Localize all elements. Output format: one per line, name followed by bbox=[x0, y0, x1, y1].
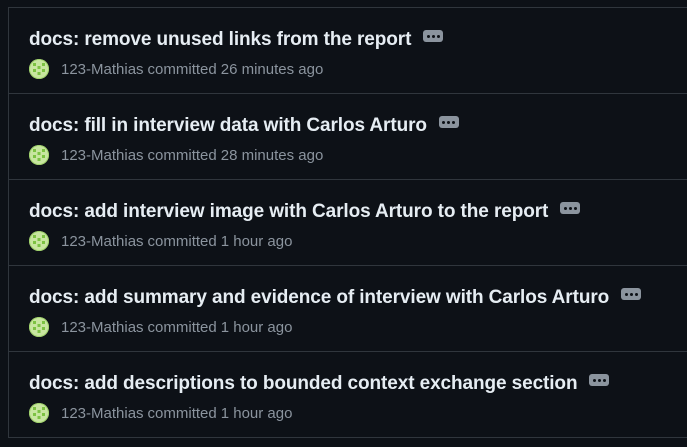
commit-row: docs: add descriptions to bounded contex… bbox=[9, 352, 687, 438]
ellipsis-dot-icon bbox=[597, 378, 601, 382]
ellipsis-dot-icon bbox=[436, 34, 440, 38]
committed-label: committed bbox=[147, 146, 217, 164]
commit-title-link[interactable]: docs: remove unused links from the repor… bbox=[29, 29, 411, 51]
commit-time: 26 minutes ago bbox=[220, 60, 324, 78]
author-link[interactable]: 123-Mathias bbox=[61, 61, 144, 78]
ellipsis-toggle-button[interactable] bbox=[589, 374, 610, 386]
ellipsis-toggle-button[interactable] bbox=[438, 116, 459, 128]
ellipsis-toggle-button[interactable] bbox=[621, 288, 642, 300]
author-link[interactable]: 123-Mathias bbox=[61, 147, 144, 164]
committed-label: committed bbox=[147, 232, 217, 250]
commit-time: 1 hour ago bbox=[220, 404, 293, 422]
committed-label: committed bbox=[147, 60, 217, 78]
commit-meta: 123-Mathias committed 1 hour ago bbox=[29, 403, 687, 423]
ellipsis-dot-icon bbox=[563, 206, 567, 210]
ellipsis-dot-icon bbox=[442, 120, 446, 124]
commit-time: 1 hour ago bbox=[220, 232, 293, 250]
author-link[interactable]: 123-Mathias bbox=[61, 233, 144, 250]
commit-title-line: docs: add interview image with Carlos Ar… bbox=[29, 201, 687, 223]
commit-row: docs: add interview image with Carlos Ar… bbox=[9, 180, 687, 266]
commit-meta: 123-Mathias committed 26 minutes ago bbox=[29, 59, 687, 79]
commit-list: docs: remove unused links from the repor… bbox=[8, 7, 687, 438]
author-avatar[interactable] bbox=[29, 145, 49, 165]
commit-title-line: docs: add descriptions to bounded contex… bbox=[29, 373, 687, 395]
commit-meta: 123-Mathias committed 28 minutes ago bbox=[29, 145, 687, 165]
ellipsis-toggle-button[interactable] bbox=[423, 30, 444, 42]
commit-time: 28 minutes ago bbox=[220, 146, 324, 164]
author-avatar[interactable] bbox=[29, 403, 49, 423]
commit-time: 1 hour ago bbox=[220, 318, 293, 336]
commit-meta: 123-Mathias committed 1 hour ago bbox=[29, 231, 687, 251]
commit-row: docs: remove unused links from the repor… bbox=[9, 8, 687, 94]
identicon-icon bbox=[33, 63, 45, 75]
commit-title-link[interactable]: docs: add descriptions to bounded contex… bbox=[29, 373, 578, 395]
ellipsis-dot-icon bbox=[634, 292, 638, 296]
author-link[interactable]: 123-Mathias bbox=[61, 319, 144, 336]
committed-label: committed bbox=[147, 318, 217, 336]
commit-meta: 123-Mathias committed 1 hour ago bbox=[29, 317, 687, 337]
commit-title-link[interactable]: docs: add interview image with Carlos Ar… bbox=[29, 201, 548, 223]
ellipsis-dot-icon bbox=[568, 206, 572, 210]
identicon-icon bbox=[33, 407, 45, 419]
commit-title-line: docs: remove unused links from the repor… bbox=[29, 29, 687, 51]
commit-title-line: docs: add summary and evidence of interv… bbox=[29, 287, 687, 309]
ellipsis-dot-icon bbox=[602, 378, 606, 382]
identicon-icon bbox=[33, 321, 45, 333]
ellipsis-dot-icon bbox=[431, 34, 435, 38]
commit-title-link[interactable]: docs: fill in interview data with Carlos… bbox=[29, 115, 427, 137]
ellipsis-dot-icon bbox=[573, 206, 577, 210]
identicon-icon bbox=[33, 149, 45, 161]
commit-title-line: docs: fill in interview data with Carlos… bbox=[29, 115, 687, 137]
identicon-icon bbox=[33, 235, 45, 247]
committed-label: committed bbox=[147, 404, 217, 422]
ellipsis-dot-icon bbox=[624, 292, 628, 296]
ellipsis-toggle-button[interactable] bbox=[560, 202, 581, 214]
ellipsis-dot-icon bbox=[452, 120, 456, 124]
commit-row: docs: add summary and evidence of interv… bbox=[9, 266, 687, 352]
commit-title-link[interactable]: docs: add summary and evidence of interv… bbox=[29, 287, 609, 309]
author-link[interactable]: 123-Mathias bbox=[61, 405, 144, 422]
ellipsis-dot-icon bbox=[426, 34, 430, 38]
commit-row: docs: fill in interview data with Carlos… bbox=[9, 94, 687, 180]
author-avatar[interactable] bbox=[29, 59, 49, 79]
ellipsis-dot-icon bbox=[447, 120, 451, 124]
ellipsis-dot-icon bbox=[592, 378, 596, 382]
author-avatar[interactable] bbox=[29, 317, 49, 337]
author-avatar[interactable] bbox=[29, 231, 49, 251]
ellipsis-dot-icon bbox=[629, 292, 633, 296]
